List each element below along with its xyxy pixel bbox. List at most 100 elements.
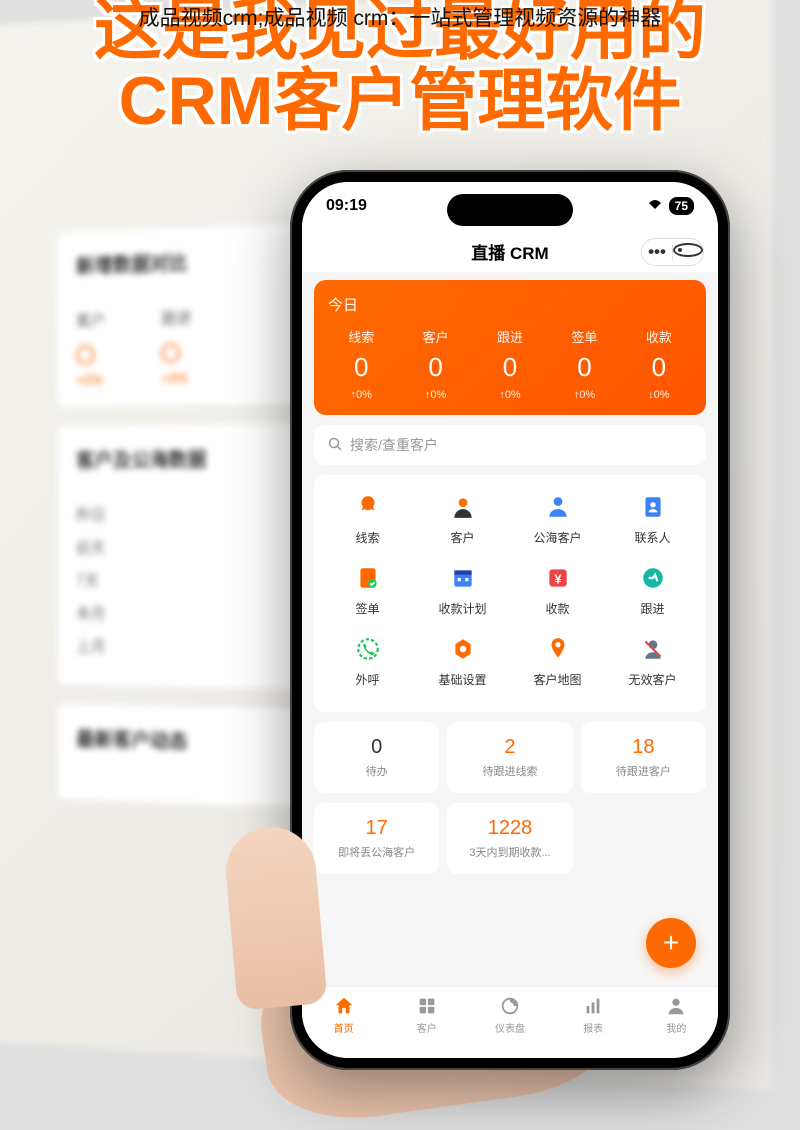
home-icon	[333, 995, 355, 1017]
map-icon	[542, 633, 574, 665]
leads-icon	[352, 491, 384, 523]
tab-label: 客户	[385, 1020, 468, 1035]
stats-label: 客户	[398, 327, 472, 346]
grid-item-plan[interactable]: 收款计划	[415, 562, 510, 617]
grid-label: 客户	[415, 529, 510, 546]
stats-item-3[interactable]: 签单 0 ↑0%	[547, 327, 621, 401]
todo-number: 17	[318, 817, 435, 840]
grid-item-invalid[interactable]: 无效客户	[605, 633, 700, 688]
grid-label: 外呼	[320, 671, 415, 688]
stats-label: 跟进	[473, 327, 547, 346]
call-icon	[352, 633, 384, 665]
grid-label: 联系人	[605, 529, 700, 546]
stats-item-4[interactable]: 收款 0 ↓0%	[622, 327, 696, 401]
grid-item-payment[interactable]: ¥ 收款	[510, 562, 605, 617]
todo-label: 待办	[318, 763, 435, 779]
stats-change: ↑0%	[398, 389, 472, 401]
tab-label: 报表	[552, 1020, 635, 1035]
grid-label: 基础设置	[415, 671, 510, 688]
stats-change: ↑0%	[547, 389, 621, 401]
grid-item-call[interactable]: 外呼	[320, 633, 415, 688]
stats-change: ↑0%	[324, 389, 398, 401]
search-icon	[328, 437, 342, 454]
todo-card-2[interactable]: 18 待跟进客户	[581, 722, 706, 793]
grid-item-map[interactable]: 客户地图	[510, 633, 605, 688]
grid-item-contact[interactable]: 联系人	[605, 491, 700, 546]
tab-profile[interactable]: 我的	[635, 987, 718, 1046]
todo-card-0[interactable]: 0 待办	[314, 722, 439, 793]
page-caption: 成品视频crm;成品视频 crm：一站式管理视频资源的神器	[0, 2, 800, 32]
feature-grid: 线索 客户 公海客户 联系人 签单 收款计划 ¥ 收款 跟进 外呼 基础设置 客…	[314, 475, 706, 712]
todo-card-1[interactable]: 2 待跟进线索	[447, 722, 572, 793]
customer-icon	[447, 491, 479, 523]
stats-item-1[interactable]: 客户 0 ↑0%	[398, 327, 472, 401]
tab-label: 首页	[302, 1020, 385, 1035]
payment-icon: ¥	[542, 562, 574, 594]
phone-device: 09:19 75 直播 CRM ••• 今日 线索 0 ↑0% 客户 0	[290, 170, 730, 1070]
report-icon	[582, 995, 604, 1017]
status-time: 09:19	[326, 197, 367, 215]
grid-label: 无效客户	[605, 671, 700, 688]
todo-grid-1: 0 待办 2 待跟进线索 18 待跟进客户	[314, 722, 706, 793]
add-button[interactable]: +	[646, 918, 696, 968]
pool-icon	[542, 491, 574, 523]
tab-customers-tab[interactable]: 客户	[385, 987, 468, 1046]
grid-item-pool[interactable]: 公海客户	[510, 491, 605, 546]
contract-icon	[352, 562, 384, 594]
grid-item-leads[interactable]: 线索	[320, 491, 415, 546]
todo-card-4[interactable]: 1228 3天内到期收款...	[447, 803, 572, 874]
tab-bar: 首页 客户 仪表盘 报表 我的	[302, 986, 718, 1058]
close-miniapp-icon[interactable]	[673, 242, 703, 262]
app-title: 直播 CRM	[471, 239, 548, 264]
battery-indicator: 75	[669, 197, 694, 215]
grid-item-settings[interactable]: 基础设置	[415, 633, 510, 688]
stats-item-0[interactable]: 线索 0 ↑0%	[324, 327, 398, 401]
grid-label: 客户地图	[510, 671, 605, 688]
todo-label: 即将丢公海客户	[318, 844, 435, 860]
tab-report[interactable]: 报表	[552, 987, 635, 1046]
settings-icon	[447, 633, 479, 665]
followup-icon	[637, 562, 669, 594]
grid-item-customer[interactable]: 客户	[415, 491, 510, 546]
tab-label: 仪表盘	[468, 1020, 551, 1035]
miniapp-actions: •••	[641, 238, 704, 266]
customers-tab-icon	[416, 995, 438, 1017]
stats-value: 0	[622, 352, 696, 383]
todo-label: 待跟进线索	[451, 763, 568, 779]
stats-label: 签单	[547, 327, 621, 346]
svg-text:¥: ¥	[554, 571, 562, 586]
wifi-icon	[647, 199, 663, 214]
todo-number: 2	[451, 736, 568, 759]
search-placeholder: 搜索/查重客户	[350, 435, 438, 455]
plan-icon	[447, 562, 479, 594]
grid-item-followup[interactable]: 跟进	[605, 562, 700, 617]
more-icon[interactable]: •••	[642, 242, 672, 262]
tab-label: 我的	[635, 1020, 718, 1035]
stats-label: 收款	[622, 327, 696, 346]
grid-label: 公海客户	[510, 529, 605, 546]
phone-notch	[447, 194, 573, 226]
grid-label: 收款	[510, 600, 605, 617]
grid-item-contract[interactable]: 签单	[320, 562, 415, 617]
todo-label: 3天内到期收款...	[451, 844, 568, 860]
invalid-icon	[637, 633, 669, 665]
plus-icon: +	[663, 927, 679, 959]
stats-item-2[interactable]: 跟进 0 ↑0%	[473, 327, 547, 401]
stats-change: ↑0%	[473, 389, 547, 401]
stats-today-label: 今日	[324, 294, 696, 315]
tab-dashboard[interactable]: 仪表盘	[468, 987, 551, 1046]
todo-grid-2: 17 即将丢公海客户 1228 3天内到期收款...	[314, 803, 706, 874]
search-input[interactable]: 搜索/查重客户	[314, 425, 706, 465]
todo-card-3[interactable]: 17 即将丢公海客户	[314, 803, 439, 874]
stats-label: 线索	[324, 327, 398, 346]
app-header: 直播 CRM •••	[302, 230, 718, 272]
profile-icon	[665, 995, 687, 1017]
todo-number: 0	[318, 736, 435, 759]
grid-label: 签单	[320, 600, 415, 617]
grid-label: 收款计划	[415, 600, 510, 617]
grid-label: 线索	[320, 529, 415, 546]
grid-label: 跟进	[605, 600, 700, 617]
contact-icon	[637, 491, 669, 523]
phone-screen: 09:19 75 直播 CRM ••• 今日 线索 0 ↑0% 客户 0	[302, 182, 718, 1058]
stats-change: ↓0%	[622, 389, 696, 401]
